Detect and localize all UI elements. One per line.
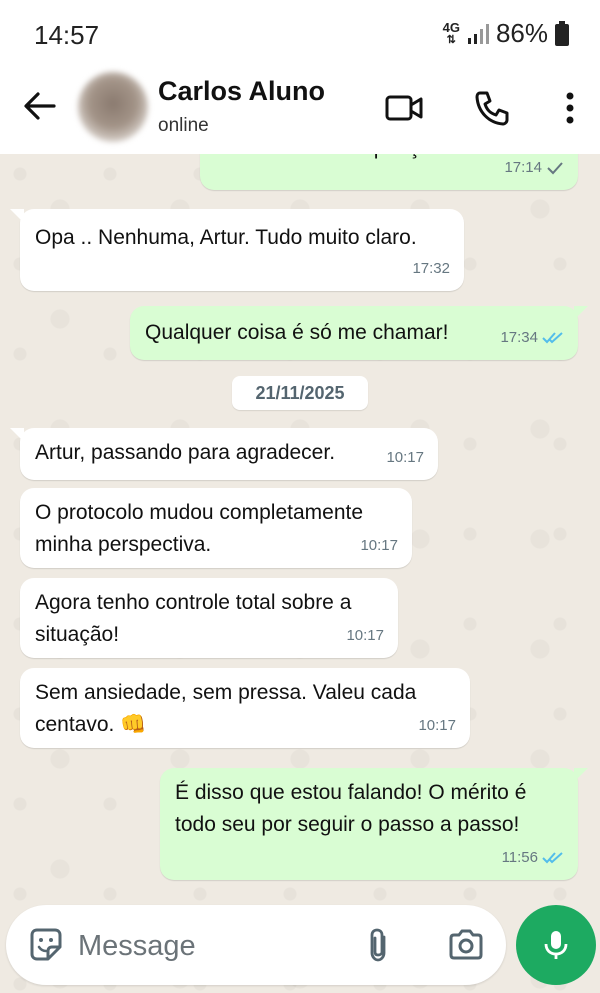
camera-icon[interactable]: [446, 925, 486, 965]
message-bubble-incoming[interactable]: Agora tenho controle total sobre a situa…: [20, 578, 398, 658]
sticker-icon[interactable]: [26, 925, 66, 965]
message-meta: 17:32: [412, 253, 450, 285]
message-time: 10:17: [386, 449, 424, 466]
status-time: 14:57: [34, 20, 100, 50]
phone-call-icon[interactable]: [472, 88, 512, 128]
message-text: O protocolo mudou completamente minha pe…: [35, 497, 363, 561]
chat-header: Carlos Aluno online: [0, 70, 600, 154]
avatar[interactable]: [78, 72, 148, 142]
message-text: Sem ansiedade, sem pressa. Valeu cada ce…: [35, 677, 416, 741]
chat-area[interactable]: exercícios de respiração? 17:14 Opa .. N…: [0, 154, 600, 993]
message-meta: 10:17: [346, 620, 384, 652]
message-time: 10:17: [346, 627, 384, 644]
message-bubble-incoming[interactable]: Artur, passando para agradecer. 10:17: [10, 428, 438, 480]
network-4g-icon: 4G ⇅: [442, 19, 460, 46]
message-meta: 17:14: [504, 154, 564, 184]
message-meta: 10:17: [386, 442, 424, 474]
single-tick-icon: [547, 162, 563, 175]
message-bubble-outgoing[interactable]: exercícios de respiração? 17:14: [200, 154, 578, 190]
double-tick-icon: [542, 332, 563, 344]
bubble-tail: [574, 768, 588, 782]
message-line: O protocolo mudou completamente: [35, 501, 364, 524]
message-input-bar: [6, 905, 506, 985]
message-bubble-outgoing[interactable]: Qualquer coisa é só me chamar! 17:34: [130, 306, 588, 360]
message-text: É disso que estou falando! O mérito é to…: [175, 777, 526, 841]
network-label: 4G: [442, 19, 460, 35]
message-time: 17:14: [504, 159, 542, 176]
more-options-icon[interactable]: [550, 88, 590, 128]
signal-icon: [467, 23, 489, 44]
battery-percent: 86%: [495, 18, 548, 48]
message-bubble-outgoing[interactable]: É disso que estou falando! O mérito é to…: [160, 768, 588, 880]
message-text: Qualquer coisa é só me chamar!: [145, 321, 449, 344]
double-tick-icon: [542, 852, 563, 864]
message-bubble-incoming[interactable]: Sem ansiedade, sem pressa. Valeu cada ce…: [20, 668, 470, 748]
message-line: situação!: [35, 623, 120, 646]
message-meta: 11:56: [502, 842, 564, 874]
mic-button[interactable]: [516, 905, 596, 985]
message-meta: 10:17: [360, 530, 398, 562]
bubble-tail: [10, 428, 24, 442]
contact-name[interactable]: Carlos Aluno: [158, 76, 325, 107]
message-line: Agora tenho controle total sobre a: [35, 591, 352, 614]
bubble-tail: [574, 306, 588, 320]
message-time: 11:56: [501, 849, 538, 866]
message-line: centavo. 👊: [35, 713, 147, 736]
message-input[interactable]: [76, 923, 350, 969]
mic-icon: [544, 931, 568, 959]
message-line: É disso que estou falando! O mérito é: [175, 781, 527, 804]
message-line: minha perspectiva.: [35, 533, 212, 556]
attachment-icon[interactable]: [358, 925, 398, 965]
date-divider: 21/11/2025: [232, 376, 368, 410]
message-line: todo seu por seguir o passo a passo!: [175, 813, 520, 836]
message-time: 17:34: [500, 329, 538, 346]
message-meta: 10:17: [418, 710, 456, 742]
bubble-tail: [10, 209, 24, 223]
status-indicators: 4G ⇅ 86%: [443, 18, 570, 49]
message-line: Sem ansiedade, sem pressa. Valeu cada: [35, 681, 417, 704]
message-bubble-incoming[interactable]: Opa .. Nenhuma, Artur. Tudo muito claro.…: [10, 209, 464, 291]
battery-icon: [555, 20, 569, 46]
message-bubble-incoming[interactable]: O protocolo mudou completamente minha pe…: [20, 488, 412, 568]
message-text: exercícios de respiração?: [215, 154, 454, 164]
message-text: Opa .. Nenhuma, Artur. Tudo muito claro.: [35, 226, 417, 249]
message-time: 10:17: [360, 537, 398, 554]
message-meta: 17:34: [500, 322, 564, 354]
video-call-icon[interactable]: [384, 88, 424, 128]
back-arrow-icon[interactable]: [20, 86, 60, 126]
message-time: 17:32: [412, 260, 450, 277]
message-text: Agora tenho controle total sobre a situa…: [35, 587, 351, 651]
message-text: Artur, passando para agradecer.: [35, 441, 336, 464]
contact-status: online: [158, 115, 209, 136]
message-time: 10:17: [418, 717, 456, 734]
status-bar: 14:57 4G ⇅ 86%: [0, 0, 600, 70]
